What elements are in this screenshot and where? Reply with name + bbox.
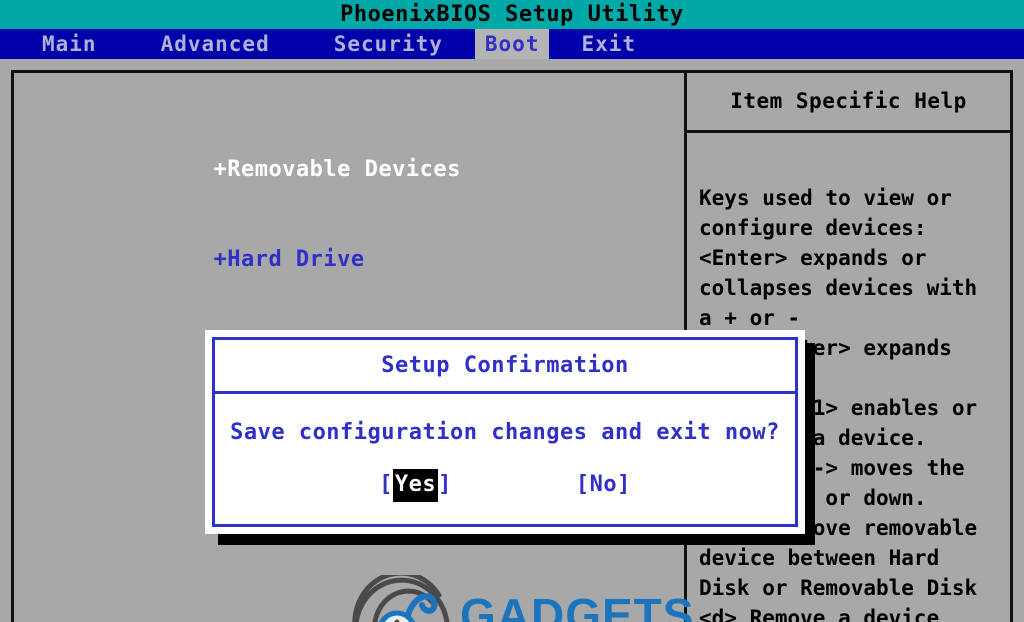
- menu-gap-4: [549, 29, 571, 59]
- help-line: <Enter> expands or: [699, 246, 927, 270]
- menu-gap-2: [280, 29, 324, 59]
- boot-item-removable-devices[interactable]: +Removable Devices: [76, 125, 676, 215]
- menu-leading-spacer: [0, 29, 32, 59]
- expand-marker-icon[interactable]: +: [213, 247, 227, 272]
- tab-main[interactable]: Main: [32, 29, 107, 59]
- no-button[interactable]: [No]: [576, 474, 631, 496]
- no-button-label: No: [589, 472, 618, 497]
- help-line: configure devices:: [699, 216, 927, 240]
- bracket-close: ]: [617, 472, 631, 497]
- bracket-close: ]: [438, 472, 452, 497]
- tab-boot[interactable]: Boot: [474, 29, 550, 59]
- dialog-title: Setup Confirmation: [381, 352, 629, 378]
- dialog-button-row: [Yes] [No]: [215, 469, 795, 502]
- menu-gap-3: [453, 29, 475, 59]
- help-line: a + or -: [699, 306, 801, 330]
- title-bar: PhoenixBIOS Setup Utility: [0, 0, 1024, 29]
- tab-exit[interactable]: Exit: [571, 29, 646, 59]
- page-title: PhoenixBIOS Setup Utility: [340, 1, 684, 27]
- boot-item-label: Removable Devices: [227, 157, 461, 182]
- yes-button[interactable]: [Yes]: [379, 469, 452, 502]
- dialog-title-bar: Setup Confirmation: [215, 340, 795, 394]
- help-line: collapses devices with: [699, 276, 978, 300]
- expand-marker-icon[interactable]: +: [213, 157, 227, 182]
- boot-item-hard-drive[interactable]: +Hard Drive: [76, 215, 676, 305]
- bracket-open: [: [575, 472, 590, 497]
- tab-security[interactable]: Security: [324, 29, 453, 59]
- setup-confirmation-dialog: Setup Confirmation Save configuration ch…: [205, 330, 805, 534]
- dialog-message: Save configuration changes and exit now?: [230, 420, 780, 445]
- menu-bar: Main Advanced Security Boot Exit: [0, 29, 1024, 59]
- dialog-frame: Setup Confirmation Save configuration ch…: [212, 337, 798, 527]
- bracket-open: [: [379, 472, 393, 497]
- yes-button-label: Yes: [392, 469, 439, 502]
- help-line: device between Hard: [699, 546, 940, 570]
- help-panel-header: Item Specific Help: [687, 73, 1010, 133]
- help-line: <d> Remove a device: [699, 606, 940, 622]
- help-line: Disk or Removable Disk: [699, 576, 978, 600]
- menu-gap-1: [107, 29, 151, 59]
- body-area: +Removable Devices +Hard Drive CD-ROM Dr…: [0, 59, 1024, 622]
- bios-screen: PhoenixBIOS Setup Utility Main Advanced …: [0, 0, 1024, 622]
- boot-item-label: Hard Drive: [227, 247, 365, 272]
- tab-advanced[interactable]: Advanced: [151, 29, 280, 59]
- help-panel-title: Item Specific Help: [730, 89, 967, 113]
- help-line: Keys used to view or: [699, 186, 952, 210]
